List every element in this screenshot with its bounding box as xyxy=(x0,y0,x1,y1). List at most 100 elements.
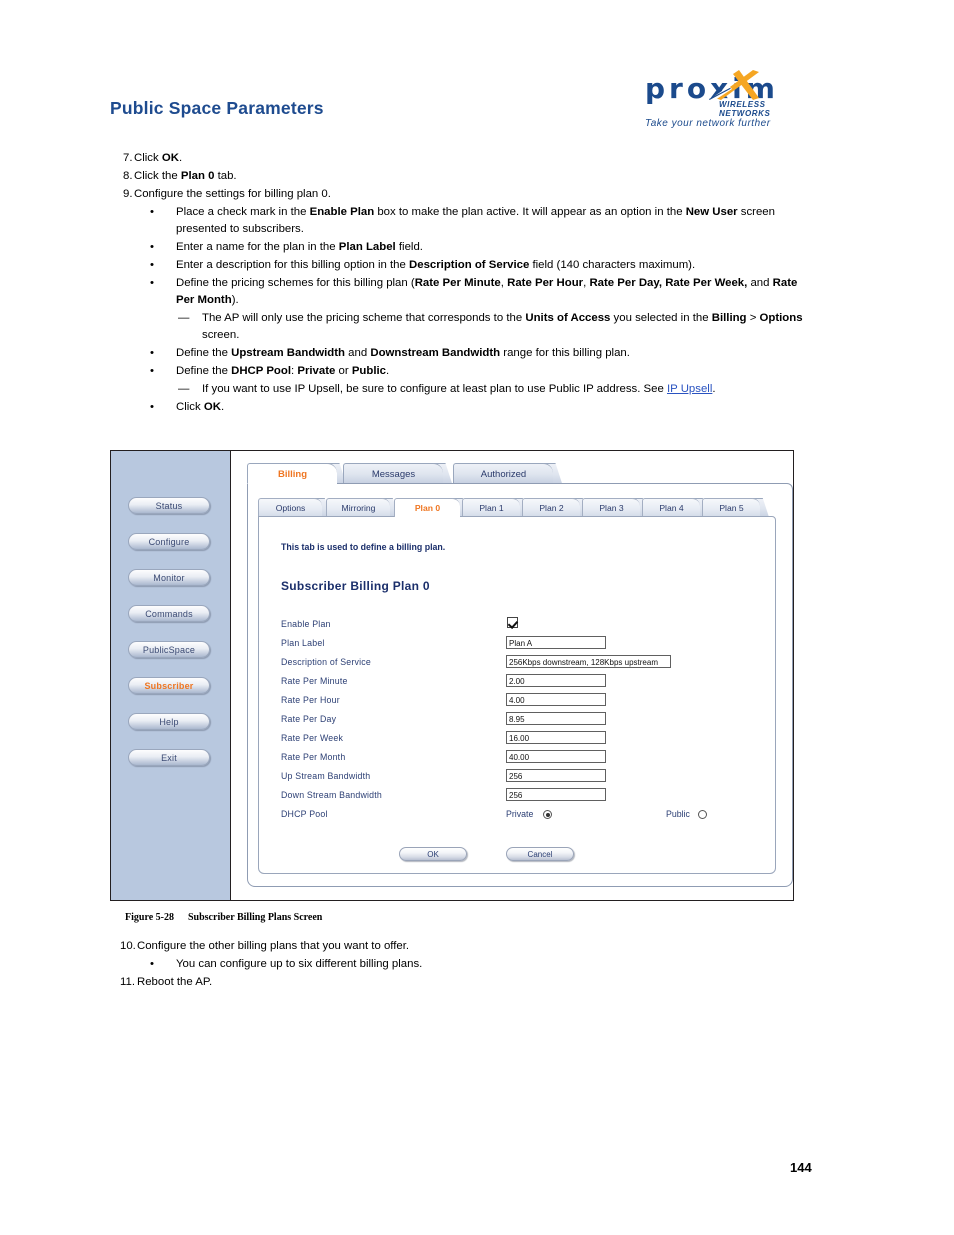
step-number: 9. xyxy=(123,188,133,200)
tab-billing[interactable]: Billing xyxy=(247,463,337,484)
text-frag: Click xyxy=(134,152,162,164)
tab-plan-5[interactable]: Plan 5 xyxy=(702,498,760,517)
cancel-button[interactable]: Cancel xyxy=(506,847,574,861)
sidebar-item-publicspace[interactable]: PublicSpace xyxy=(128,641,210,658)
sidebar-item-commands[interactable]: Commands xyxy=(128,605,210,622)
list-item-step-10: 10. Configure the other billing plans th… xyxy=(110,938,810,955)
text-frag: or xyxy=(335,365,352,377)
figure-title: Subscriber Billing Plans Screen xyxy=(187,912,323,923)
field-row-description: Description of Service 256Kbps downstrea… xyxy=(281,655,761,674)
sidebar-item-exit[interactable]: Exit xyxy=(128,749,210,766)
logo-subtitle: WIRELESS NETWORKS xyxy=(719,100,771,118)
field-label: Rate Per Month xyxy=(281,752,346,762)
plan-label-input[interactable]: Plan A xyxy=(506,636,606,649)
sidebar-item-subscriber[interactable]: Subscriber xyxy=(128,677,210,694)
figure-caption: Figure 5-28 Subscriber Billing Plans Scre… xyxy=(125,912,322,923)
list-item-bullet-enable-plan: • Place a check mark in the Enable Plan … xyxy=(150,204,810,238)
app-content-area: Billing Messages Authorized Options Mirr… xyxy=(231,451,793,900)
bullet-text: Click OK. xyxy=(176,399,810,416)
list-item-dash-units-of-access: — The AP will only use the pricing schem… xyxy=(178,310,810,344)
up-stream-bandwidth-input[interactable]: 256 xyxy=(506,769,606,782)
field-row-rate-per-minute: Rate Per Minute 2.00 xyxy=(281,674,761,693)
sidebar-item-monitor[interactable]: Monitor xyxy=(128,569,210,586)
text-bold: New User xyxy=(685,206,738,218)
tab-plan-1[interactable]: Plan 1 xyxy=(462,498,520,517)
bullet-glyph: • xyxy=(150,206,154,218)
rate-per-minute-input[interactable]: 2.00 xyxy=(506,674,606,687)
dash-glyph: — xyxy=(178,312,190,324)
text-frag: box to make the plan active. It will app… xyxy=(374,206,686,218)
bullet-text: You can configure up to six different bi… xyxy=(176,958,423,970)
bullet-glyph: • xyxy=(150,401,154,413)
dhcp-private-label: Private xyxy=(506,809,534,819)
list-item-step-11: 11. Reboot the AP. xyxy=(110,974,810,991)
text-frag: . xyxy=(220,401,225,413)
billing-panel: Options Mirroring Plan 0 Plan 1 Plan 2 P… xyxy=(247,483,793,887)
text-frag: Define the xyxy=(176,347,232,359)
list-item-bullet-dhcp: • Define the DHCP Pool: Private or Publi… xyxy=(150,363,810,380)
logo-x-icon xyxy=(709,70,759,102)
primary-tab-strip: Billing Messages Authorized xyxy=(247,463,793,485)
tab-plan-2[interactable]: Plan 2 xyxy=(522,498,580,517)
description-of-service-input[interactable]: 256Kbps downstream, 128Kbps upstream xyxy=(506,655,671,668)
list-item-step-7: 7. Click OK. xyxy=(110,150,810,167)
dhcp-private-radio[interactable] xyxy=(543,810,552,819)
down-stream-bandwidth-input[interactable]: 256 xyxy=(506,788,606,801)
text-frag: Place a check mark in the xyxy=(176,206,310,218)
link-ip-upsell[interactable]: IP Upsell xyxy=(667,383,712,395)
text-bold: OK xyxy=(161,152,179,164)
tab-mirroring[interactable]: Mirroring xyxy=(326,498,390,517)
text-frag: > xyxy=(746,312,760,324)
tab-plan-3[interactable]: Plan 3 xyxy=(582,498,640,517)
tab-plan-0[interactable]: Plan 0 xyxy=(394,498,460,517)
logo-tagline: Take your network further xyxy=(645,118,771,129)
rate-per-day-input[interactable]: 8.95 xyxy=(506,712,606,725)
text-bold: Downstream Bandwidth xyxy=(370,347,501,359)
list-item-bullet-pricing: • Define the pricing schemes for this bi… xyxy=(150,275,810,309)
document-page: Public Space Parameters proxim WIRELESS … xyxy=(0,0,954,1235)
step-text: Configure the settings for billing plan … xyxy=(134,188,331,200)
field-label: Rate Per Week xyxy=(281,733,344,743)
bullet-text: Place a check mark in the Enable Plan bo… xyxy=(176,204,810,238)
panel-section-title: Subscriber Billing Plan 0 xyxy=(281,579,430,593)
field-row-enable-plan: Enable Plan xyxy=(281,617,761,636)
text-bold: Description of Service xyxy=(409,259,530,271)
proxim-logo: proxim WIRELESS NETWORKS Take your netwo… xyxy=(645,70,815,134)
field-row-downstream-bandwidth: Down Stream Bandwidth 256 xyxy=(281,788,761,807)
sidebar-item-configure[interactable]: Configure xyxy=(128,533,210,550)
text-frag: tab. xyxy=(214,170,237,182)
tab-authorized[interactable]: Authorized xyxy=(453,463,553,484)
text-frag: range for this billing plan. xyxy=(500,347,630,359)
rate-per-month-input[interactable]: 40.00 xyxy=(506,750,606,763)
text-bold: Rate Per Minute xyxy=(414,277,501,289)
field-label: Plan Label xyxy=(281,638,325,648)
text-bold: Plan 0 xyxy=(180,170,215,182)
text-frag: Define the pricing schemes for this bill… xyxy=(176,277,415,289)
tab-options[interactable]: Options xyxy=(258,498,322,517)
text-bold: Plan Label xyxy=(338,241,396,253)
dash-text: The AP will only use the pricing scheme … xyxy=(202,310,810,344)
bullet-text: Define the pricing schemes for this bill… xyxy=(176,275,810,309)
dhcp-public-radio[interactable] xyxy=(698,810,707,819)
rate-per-hour-input[interactable]: 4.00 xyxy=(506,693,606,706)
text-frag: Click the xyxy=(134,170,181,182)
ok-button[interactable]: OK xyxy=(399,847,467,861)
tab-plan-4[interactable]: Plan 4 xyxy=(642,498,700,517)
sidebar-item-help[interactable]: Help xyxy=(128,713,210,730)
bullet-glyph: • xyxy=(150,958,154,970)
bullet-text: Define the DHCP Pool: Private or Public. xyxy=(176,363,810,380)
field-row-rate-per-week: Rate Per Week 16.00 xyxy=(281,731,761,750)
rate-per-week-input[interactable]: 16.00 xyxy=(506,731,606,744)
figure-screenshot: Status Configure Monitor Commands Public… xyxy=(110,450,794,901)
list-item-step-9: 9. Configure the settings for billing pl… xyxy=(110,186,810,203)
sidebar-item-status[interactable]: Status xyxy=(128,497,210,514)
enable-plan-checkbox[interactable] xyxy=(507,617,518,628)
field-row-dhcp-pool: DHCP Pool Private Public xyxy=(281,807,761,826)
step-number: 7. xyxy=(123,152,133,164)
app-sidebar: Status Configure Monitor Commands Public… xyxy=(111,451,231,900)
text-frag: and xyxy=(345,347,371,359)
tab-messages[interactable]: Messages xyxy=(343,463,443,484)
text-frag: and xyxy=(747,277,773,289)
text-bold: Options xyxy=(759,312,803,324)
dash-text: If you want to use IP Upsell, be sure to… xyxy=(202,381,810,398)
